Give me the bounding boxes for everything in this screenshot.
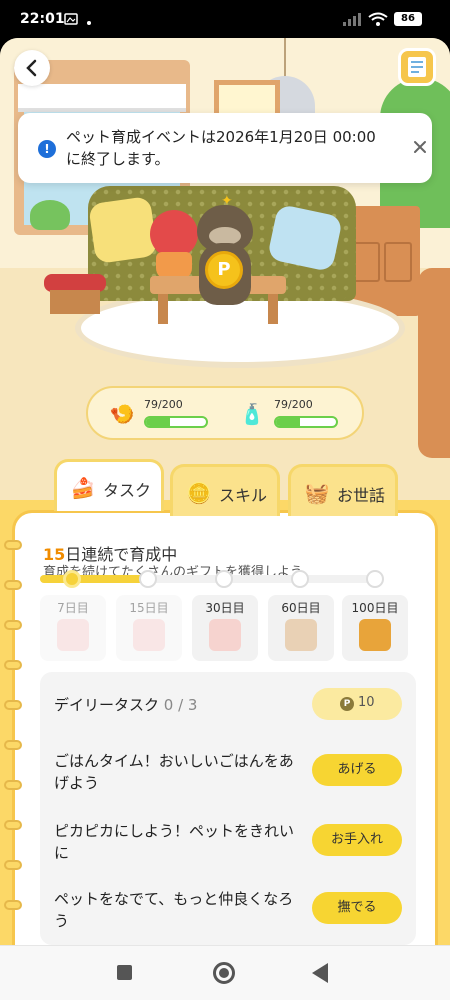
- tab-skill[interactable]: 🪙 スキル: [170, 464, 280, 516]
- binder-ring: [4, 820, 22, 830]
- food-gauge-bar: [144, 416, 208, 428]
- gift-icon: [359, 619, 391, 651]
- task-row-pet: ペットをなでて、もっと仲良くなろう 撫でる: [54, 884, 404, 934]
- table-leg: [268, 294, 278, 324]
- clean-gauge: 🧴 79/200: [236, 396, 338, 432]
- back-triangle-icon[interactable]: [312, 963, 328, 983]
- gift-icon: [133, 619, 165, 651]
- feed-button[interactable]: あげる: [312, 754, 402, 786]
- binder-ring: [4, 620, 22, 630]
- back-button[interactable]: [14, 50, 50, 86]
- cake-icon: 🍰: [70, 476, 96, 500]
- home-icon[interactable]: [213, 962, 235, 984]
- reward-label: 100日目: [351, 601, 399, 615]
- armchair: [418, 268, 450, 458]
- reward-day-60[interactable]: 60日目: [268, 595, 334, 661]
- window-tree: [30, 200, 70, 230]
- progress-node: [139, 570, 157, 588]
- reward-label: 7日目: [57, 601, 89, 615]
- pet-coin-icon: P: [205, 251, 243, 289]
- binder-ring: [4, 700, 22, 710]
- binder-ring: [4, 900, 22, 910]
- chevron-left-icon: [26, 59, 37, 77]
- reward-label: 60日目: [281, 601, 321, 615]
- cabinet-door: [384, 242, 412, 282]
- task-row-groom: ピカピカにしよう！ペットをきれいに お手入れ: [54, 816, 404, 866]
- pet-status-gauges: 🍤 79/200 🧴 79/200: [86, 386, 364, 440]
- wifi-icon: [368, 12, 388, 30]
- signal-icon: [342, 12, 362, 30]
- status-bar: 22:01 86: [0, 0, 450, 38]
- pet-button[interactable]: 撫でる: [312, 892, 402, 924]
- otter-pet[interactable]: ✦ P: [185, 193, 265, 308]
- streak-progress-fill: [40, 575, 148, 583]
- status-time: 22:01: [20, 11, 65, 27]
- tab-task-label: タスク: [103, 481, 152, 500]
- clean-gauge-text: 79/200: [274, 398, 313, 411]
- clean-gauge-fill: [276, 418, 300, 426]
- gift-icon: [285, 619, 317, 651]
- food-gauge: 🍤 79/200: [106, 396, 208, 432]
- reward-label: 30日目: [205, 601, 245, 615]
- tab-task[interactable]: 🍰 タスク: [54, 459, 164, 511]
- progress-node: [215, 570, 233, 588]
- system-nav-bar: [0, 945, 450, 1000]
- gift-icon: [209, 619, 241, 651]
- tab-care[interactable]: 🧺 お世話: [288, 464, 398, 516]
- progress-node: [366, 570, 384, 588]
- window-blind: [18, 84, 186, 112]
- lamp-cord: [284, 38, 286, 78]
- toast-message: ペット育成イベントは2026年1月20日 00:00に終了します。: [66, 128, 376, 168]
- binder-ring: [4, 580, 22, 590]
- dot-notification-icon: [86, 14, 92, 30]
- progress-node: [63, 570, 81, 588]
- notebook-button[interactable]: [398, 48, 436, 86]
- spray-bottle-icon: 🧴: [239, 402, 265, 426]
- points-badge: P 10: [312, 688, 402, 720]
- tab-skill-label: スキル: [219, 486, 268, 505]
- cabinet-door: [352, 242, 380, 282]
- daily-task-box: デイリータスク 0 / 3 P 10 ごはんタイム！おいしいごはんをあげよう あ…: [40, 672, 416, 945]
- progress-node: [291, 570, 309, 588]
- coins-icon: 🪙: [186, 481, 212, 505]
- points-value: 10: [358, 695, 375, 710]
- task-row-feed: ごはんタイム！おいしいごはんをあげよう あげる: [54, 746, 404, 796]
- daily-task-count: 0 / 3: [163, 696, 198, 714]
- yellow-cushion: [88, 195, 158, 265]
- task-text: ピカピカにしよう！ペットをきれいに: [54, 822, 295, 862]
- gift-icon: [57, 619, 89, 651]
- groom-button[interactable]: お手入れ: [312, 824, 402, 856]
- task-text: ペットをなでて、もっと仲良くなろう: [54, 890, 294, 930]
- binder-ring: [4, 660, 22, 670]
- reward-day-100[interactable]: 100日目: [342, 595, 408, 661]
- reward-label: 15日目: [129, 601, 169, 615]
- reward-day-30[interactable]: 30日目: [192, 595, 258, 661]
- basket-icon: 🧺: [304, 481, 330, 505]
- daily-task-label: デイリータスク: [54, 696, 160, 714]
- recents-icon[interactable]: [117, 965, 132, 980]
- stool-base: [50, 290, 100, 314]
- table-leg: [158, 294, 168, 324]
- binder-ring: [4, 780, 22, 790]
- food-icon: 🍤: [109, 402, 135, 426]
- daily-task-title: デイリータスク 0 / 3: [54, 694, 197, 715]
- binder-ring: [4, 860, 22, 870]
- event-end-toast: ! ペット育成イベントは2026年1月20日 00:00に終了します。: [18, 113, 432, 183]
- binder-ring: [4, 540, 22, 550]
- info-icon: !: [38, 140, 56, 158]
- task-text: ごはんタイム！おいしいごはんをあげよう: [54, 752, 294, 792]
- point-coin-icon: P: [340, 697, 354, 711]
- binder-ring: [4, 740, 22, 750]
- reward-day-15[interactable]: 15日目: [116, 595, 182, 661]
- photo-notification-icon: [64, 12, 78, 30]
- notebook-icon: [408, 57, 426, 77]
- food-gauge-text: 79/200: [144, 398, 183, 411]
- reward-day-7[interactable]: 7日目: [40, 595, 106, 661]
- food-gauge-fill: [146, 418, 170, 426]
- close-icon[interactable]: [412, 139, 428, 155]
- tab-care-label: お世話: [337, 486, 386, 505]
- battery-indicator: 86: [394, 12, 422, 26]
- clean-gauge-bar: [274, 416, 338, 428]
